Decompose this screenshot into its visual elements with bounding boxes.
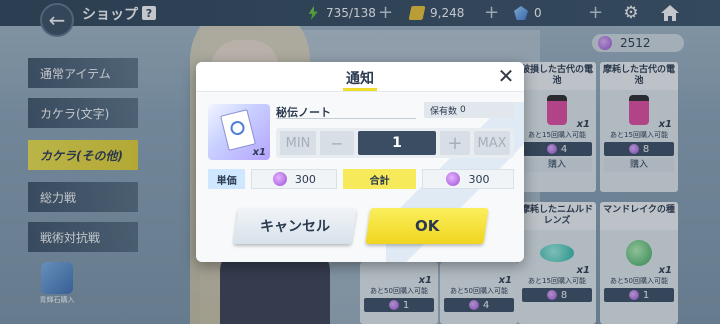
- owned-value: 0: [460, 105, 466, 115]
- ok-button[interactable]: OK: [365, 208, 489, 244]
- cancel-button[interactable]: キャンセル: [233, 208, 357, 244]
- max-button[interactable]: MAX: [474, 131, 510, 155]
- notebook-icon: [220, 109, 256, 151]
- close-icon[interactable]: ✕: [496, 66, 516, 86]
- item-count: x1: [252, 147, 266, 158]
- quantity-stepper: MIN − 1 + MAX: [276, 128, 514, 158]
- min-button[interactable]: MIN: [280, 131, 316, 155]
- dialog-header: 通知 ✕: [196, 62, 524, 92]
- total-label: 合計: [343, 169, 416, 189]
- owned-count: 保有数 0: [424, 102, 514, 118]
- unit-price-label: 単価: [208, 169, 246, 189]
- purchase-dialog: 通知 ✕ x1 秘伝ノート 保有数 0 MIN − 1 + MAX 単価 300…: [196, 62, 524, 262]
- price-row: 単価 300 合計 300: [208, 169, 514, 189]
- ok-button-label: OK: [414, 217, 440, 235]
- purple-gem-icon: [446, 172, 461, 186]
- dialog-title: 通知: [346, 71, 374, 87]
- plus-button[interactable]: +: [440, 131, 470, 155]
- cancel-button-label: キャンセル: [260, 219, 330, 235]
- owned-label: 保有数: [430, 106, 458, 117]
- item-thumbnail: x1: [208, 104, 270, 160]
- name-divider: [276, 118, 416, 119]
- quantity-value[interactable]: 1: [358, 131, 436, 155]
- purple-gem-icon: [272, 172, 287, 186]
- unit-price: 300: [251, 169, 338, 189]
- title-underline: [343, 88, 377, 91]
- unit-price-value: 300: [294, 172, 316, 186]
- total-price: 300: [421, 169, 514, 189]
- minus-button[interactable]: −: [320, 131, 354, 155]
- total-price-value: 300: [468, 172, 490, 186]
